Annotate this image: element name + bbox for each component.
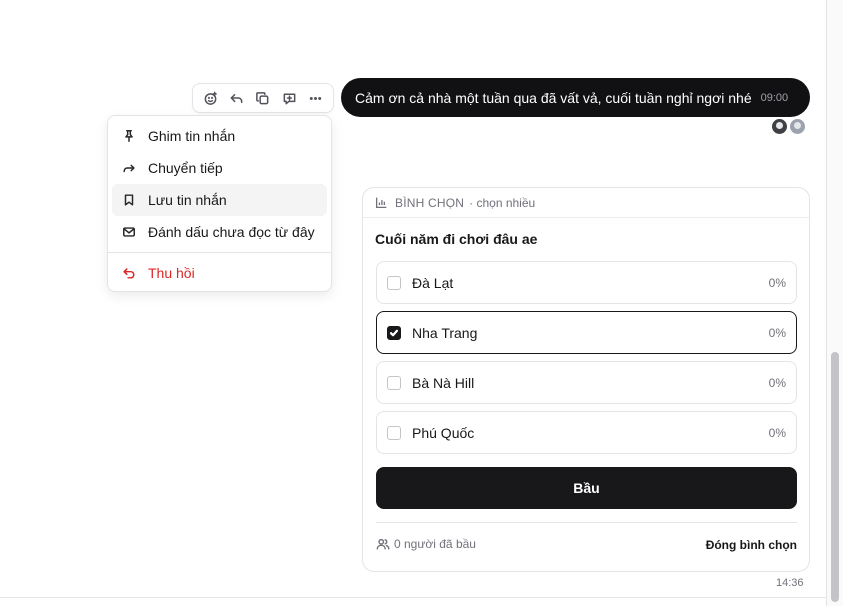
check-icon: [389, 329, 399, 336]
divider: [376, 522, 797, 523]
emoji-add-icon: [204, 91, 217, 105]
menu-item-forward[interactable]: Chuyển tiếp: [112, 152, 327, 184]
poll-mode: · chọn nhiều: [469, 195, 536, 210]
message-text: Cảm ơn cả nhà một tuần qua đã vất vả, cu…: [355, 89, 752, 106]
poll-option-label: Phú Quốc: [412, 424, 475, 441]
poll-option-percent: 0%: [768, 325, 786, 340]
menu-item-mark-unread[interactable]: Đánh dấu chưa đọc từ đây: [112, 216, 327, 248]
checkbox[interactable]: [387, 325, 401, 340]
menu-item-label: Thu hồi: [148, 265, 195, 281]
reply-button[interactable]: [225, 86, 249, 110]
copy-icon: [256, 91, 269, 104]
avatar: [790, 119, 805, 134]
quote-icon: [283, 93, 296, 104]
menu-item-label: Chuyển tiếp: [148, 160, 223, 176]
poll-option-percent: 0%: [768, 375, 786, 390]
scrollbar-thumb[interactable]: [831, 352, 839, 602]
mail-unread-icon: [123, 227, 135, 237]
close-poll-button[interactable]: Đóng bình chọn: [706, 538, 797, 552]
avatar: [772, 119, 787, 134]
poll-option[interactable]: Đà Lạt 0%: [376, 261, 797, 304]
message-toolbar: [192, 83, 334, 113]
reply-icon: [230, 93, 243, 103]
poll-option[interactable]: Phú Quốc 0%: [376, 411, 797, 454]
menu-item-label: Lưu tin nhắn: [148, 192, 227, 208]
menu-item-save[interactable]: Lưu tin nhắn: [112, 184, 327, 216]
menu-item-label: Ghim tin nhắn: [148, 128, 236, 144]
poll-option-percent: 0%: [768, 425, 786, 440]
vote-button[interactable]: Bầu: [376, 467, 797, 509]
divider: [0, 597, 826, 598]
poll-kind: BÌNH CHỌN: [395, 195, 465, 210]
chat-area: Cảm ơn cả nhà một tuần qua đã vất vả, cu…: [0, 0, 826, 597]
users-icon: [376, 538, 390, 550]
pin-icon: [125, 130, 133, 142]
checkbox[interactable]: [387, 425, 401, 440]
message-bubble[interactable]: Cảm ơn cả nhà một tuần qua đã vất vả, cu…: [341, 78, 810, 117]
more-button[interactable]: [304, 86, 328, 110]
menu-item-pin[interactable]: Ghim tin nhắn: [112, 120, 327, 152]
poll-option-label: Đà Lạt: [412, 274, 454, 291]
poll-header: BÌNH CHỌN · chọn nhiều: [363, 188, 809, 218]
poll-question: Cuối năm đi chơi đâu ae: [375, 231, 538, 247]
voter-count: 0 người đã bầu: [376, 537, 476, 551]
checkbox[interactable]: [387, 275, 401, 290]
bar-chart-icon: [375, 197, 387, 209]
forward-icon: [123, 164, 135, 173]
menu-item-recall[interactable]: Thu hồi: [112, 257, 327, 289]
poll-card: BÌNH CHỌN · chọn nhiều Cuối năm đi chơi …: [362, 187, 810, 572]
copy-button[interactable]: [251, 86, 275, 110]
add-reaction-button[interactable]: [198, 86, 222, 110]
quote-button[interactable]: [277, 86, 301, 110]
poll-timestamp: 14:36: [776, 577, 804, 589]
checkbox[interactable]: [387, 375, 401, 390]
poll-option[interactable]: Bà Nà Hill 0%: [376, 361, 797, 404]
poll-option[interactable]: Nha Trang 0%: [376, 311, 797, 354]
message-context-menu: Ghim tin nhắn Chuyển tiếp Lưu tin nhắn Đ…: [107, 115, 332, 292]
undo-icon: [123, 268, 135, 279]
bookmark-icon: [124, 194, 134, 206]
menu-divider: [108, 252, 331, 253]
poll-option-label: Nha Trang: [412, 324, 478, 341]
menu-item-label: Đánh dấu chưa đọc từ đây: [148, 224, 315, 240]
poll-option-percent: 0%: [768, 275, 786, 290]
scrollbar[interactable]: [826, 0, 843, 606]
read-receipts: [772, 119, 805, 134]
more-icon: [310, 96, 322, 100]
voter-count-label: 0 người đã bầu: [394, 537, 476, 551]
message-time: 09:00: [760, 91, 789, 104]
poll-option-label: Bà Nà Hill: [412, 374, 475, 391]
